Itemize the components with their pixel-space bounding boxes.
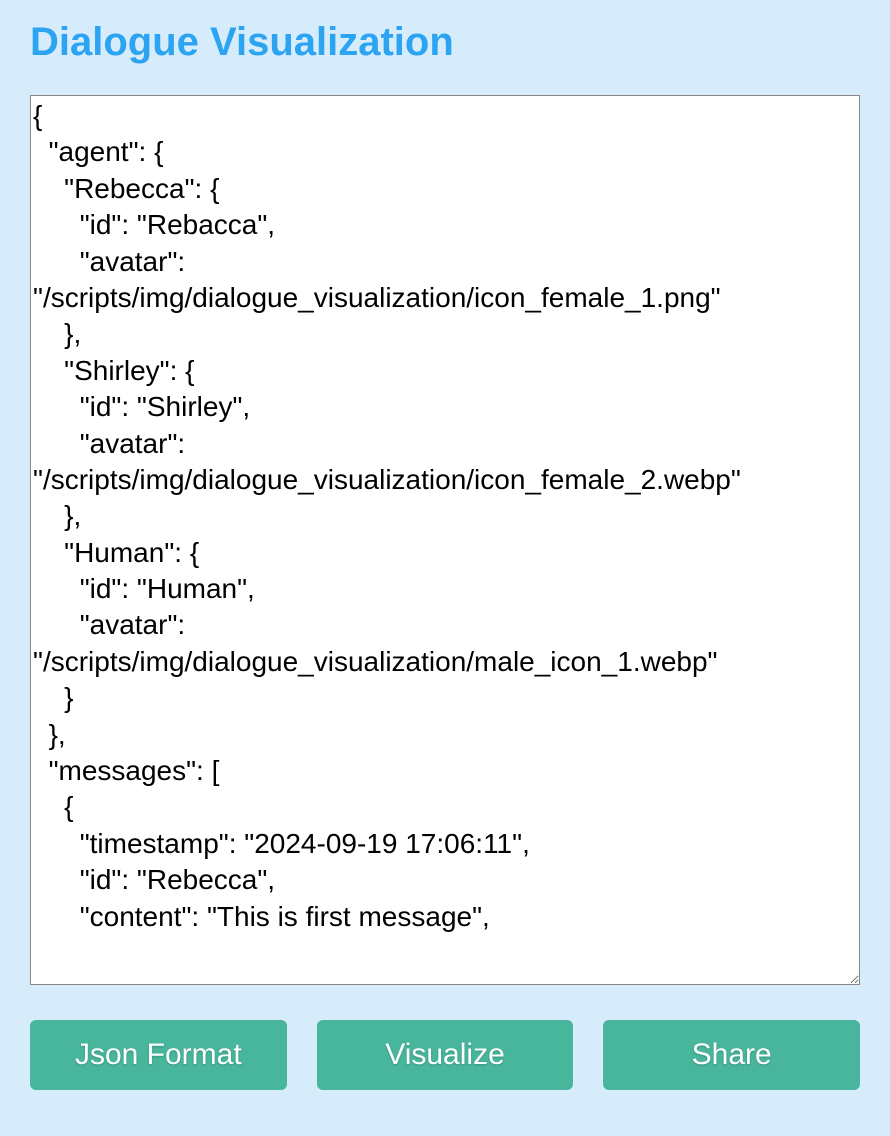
json-input-textarea[interactable]: { "agent": { "Rebecca": { "id": "Rebacca… — [30, 95, 860, 985]
share-button[interactable]: Share — [603, 1020, 860, 1090]
json-format-button[interactable]: Json Format — [30, 1020, 287, 1090]
page-title: Dialogue Visualization — [30, 20, 860, 65]
visualize-button[interactable]: Visualize — [317, 1020, 574, 1090]
button-row: Json Format Visualize Share — [30, 1020, 860, 1090]
